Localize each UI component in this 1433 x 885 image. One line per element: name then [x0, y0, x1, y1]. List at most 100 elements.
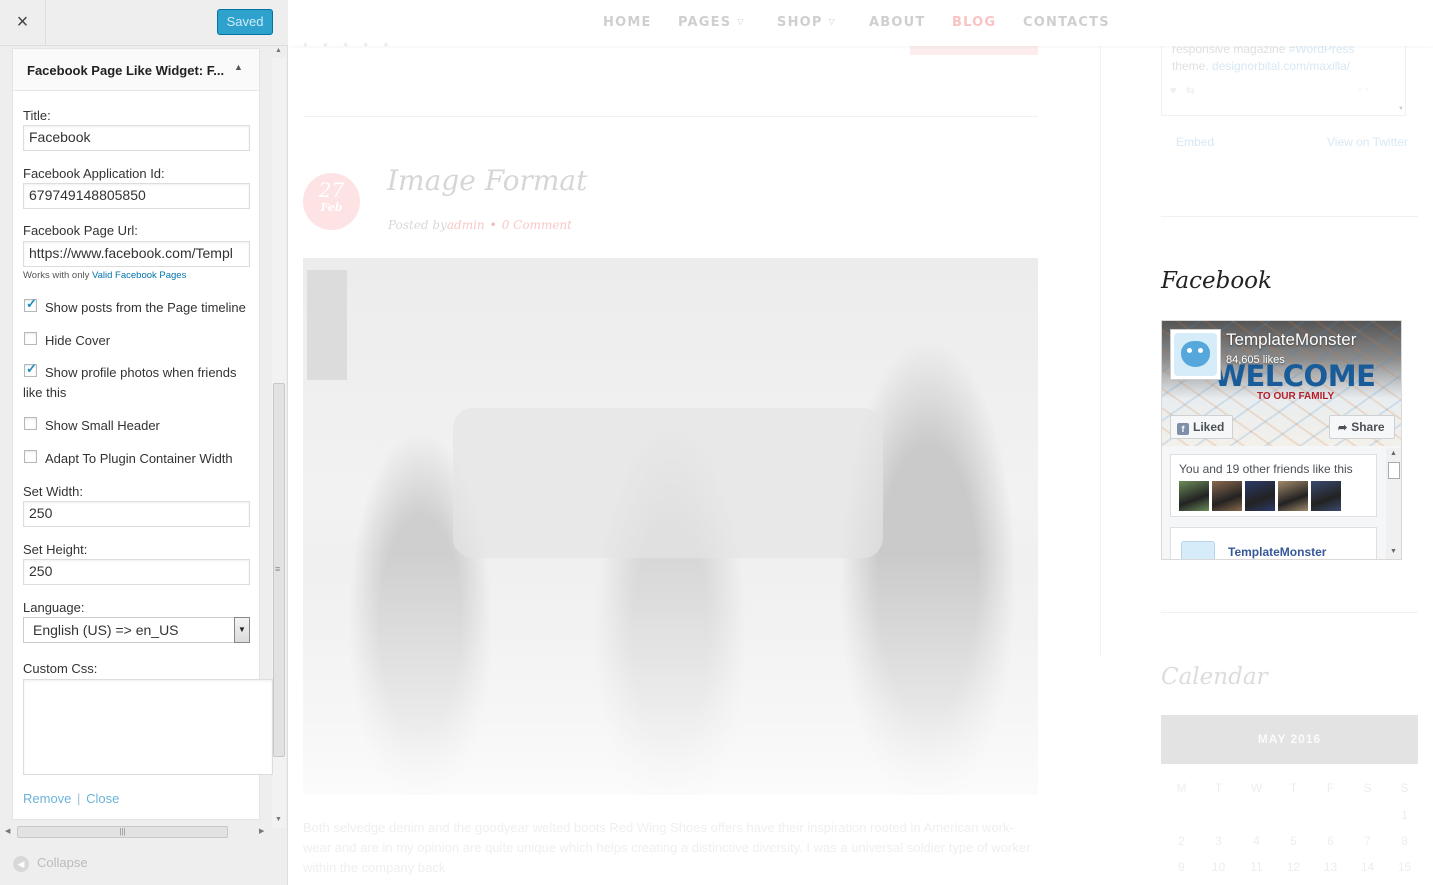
- facebook-page-name-link[interactable]: TemplateMonster: [1226, 330, 1356, 350]
- widget-title-bar[interactable]: Facebook Page Like Widget: F... ▲: [13, 49, 259, 91]
- calendar-day[interactable]: 15: [1386, 860, 1423, 874]
- friend-avatar[interactable]: [1179, 481, 1209, 511]
- custom-css-textarea[interactable]: [23, 679, 273, 775]
- customizer-sidebar: × Saved ▲ ≡ ▼ Facebook Page Like Widget:…: [0, 0, 288, 885]
- close-widget-link[interactable]: Close: [86, 791, 119, 806]
- language-select[interactable]: English (US) => en_US ▼: [23, 617, 250, 643]
- calendar-day[interactable]: 2: [1163, 834, 1200, 848]
- share-arrow-icon: ➦: [1338, 422, 1348, 434]
- post-title[interactable]: Image Format: [387, 164, 587, 197]
- facebook-scrollbar-thumb[interactable]: [1388, 462, 1400, 479]
- scroll-down-arrow-icon[interactable]: ▼: [1390, 548, 1397, 555]
- hint-text: Works with only: [23, 270, 90, 281]
- facebook-page-avatar[interactable]: [1170, 329, 1221, 380]
- calendar-day[interactable]: 9: [1163, 860, 1200, 874]
- scroll-up-arrow-icon[interactable]: ▲: [275, 47, 282, 54]
- posted-by-text: Posted by: [388, 218, 447, 232]
- nav-about-label: ABOUT: [869, 15, 926, 30]
- twitter-scroll-down-icon[interactable]: ▼: [1398, 106, 1404, 112]
- calendar-day[interactable]: 3: [1200, 834, 1237, 848]
- nav-shop[interactable]: SHOP ▽: [777, 15, 836, 30]
- app-id-input[interactable]: 679749148805850: [23, 183, 250, 209]
- widget-panel: Facebook Page Like Widget: F... ▲ Title:…: [12, 48, 273, 820]
- nav-pages[interactable]: PAGES ▽: [678, 15, 745, 30]
- view-on-twitter-link[interactable]: View on Twitter: [1327, 135, 1408, 149]
- calendar-day[interactable]: 13: [1312, 860, 1349, 874]
- horizontal-scrollbar-thumb[interactable]: |||: [17, 826, 228, 838]
- nav-blog[interactable]: BLOG: [952, 15, 996, 30]
- templatemonster-logo-icon[interactable]: [1181, 541, 1215, 559]
- nav-blog-label: BLOG: [952, 15, 997, 30]
- chevron-down-icon[interactable]: ▼: [234, 617, 250, 643]
- post-author-name-link[interactable]: TemplateMonster: [1228, 545, 1326, 559]
- small-header-checkbox[interactable]: [24, 417, 37, 430]
- hide-cover-checkbox[interactable]: [24, 332, 37, 345]
- calendar-day[interactable]: 12: [1275, 860, 1312, 874]
- friends-like-text: You and 19 other friends like this: [1179, 462, 1353, 476]
- nav-about[interactable]: ABOUT: [869, 15, 925, 30]
- calendar-day[interactable]: 10: [1200, 860, 1237, 874]
- nav-contacts[interactable]: CONTACTS: [1023, 15, 1110, 30]
- tweet-url-link[interactable]: designorbital.com/maxilla/: [1212, 59, 1350, 73]
- horizontal-scrollbar[interactable]: ◀ ||| ▶: [5, 826, 267, 840]
- friend-avatar[interactable]: [1212, 481, 1242, 511]
- page-url-input[interactable]: https://www.facebook.com/Templ: [23, 241, 250, 267]
- valid-pages-link[interactable]: Valid Facebook Pages: [92, 270, 186, 281]
- scroll-left-arrow-icon[interactable]: ◀: [5, 827, 10, 835]
- meta-separator-icon: •: [489, 218, 497, 232]
- twitter-embed-link[interactable]: Embed: [1176, 135, 1214, 149]
- post-featured-image[interactable]: [303, 258, 1038, 795]
- collapse-arrow-icon[interactable]: ▲: [234, 62, 243, 72]
- calendar-weekday: W: [1250, 781, 1263, 795]
- site-preview: HOME PAGES ▽ SHOP ▽ ABOUT BLOG CONTACTS • …: [289, 0, 1433, 885]
- show-posts-label: Show posts from the Page timeline: [45, 300, 246, 315]
- scroll-up-arrow-icon[interactable]: ▲: [1390, 450, 1397, 457]
- scroll-right-arrow-icon[interactable]: ▶: [259, 827, 264, 835]
- calendar-day[interactable]: 7: [1349, 834, 1386, 848]
- widget-actions: Remove | Close: [23, 791, 119, 806]
- calendar-day[interactable]: 14: [1349, 860, 1386, 874]
- facebook-like-count: 84,605 likes: [1226, 354, 1285, 366]
- width-input[interactable]: 250: [23, 501, 250, 527]
- collapse-sidebar-button[interactable]: ◀ Collapse: [13, 855, 88, 872]
- close-icon: ×: [16, 11, 29, 33]
- show-faces-checkbox[interactable]: ✓: [24, 361, 37, 377]
- nav-home[interactable]: HOME: [603, 15, 652, 30]
- calendar-day[interactable]: 8: [1386, 834, 1423, 848]
- facebook-friends-box: You and 19 other friends like this: [1170, 454, 1377, 517]
- friend-avatar[interactable]: [1311, 481, 1341, 511]
- tweet-text-line2: theme.: [1172, 59, 1209, 73]
- nav-pages-label: PAGES: [678, 15, 732, 30]
- calendar-day[interactable]: 5: [1275, 834, 1312, 848]
- facebook-share-button[interactable]: ➦ Share: [1329, 415, 1395, 439]
- cover-family-text: TO OUR FAMILY: [1257, 391, 1335, 402]
- saved-button[interactable]: Saved: [217, 9, 273, 35]
- close-customizer-button[interactable]: ×: [0, 0, 46, 46]
- height-input[interactable]: 250: [23, 559, 250, 585]
- twitter-timeline: responsive magazine #WordPress theme. de…: [1161, 42, 1406, 116]
- friend-avatar[interactable]: [1278, 481, 1308, 511]
- page-url-hint: Works with only Valid Facebook Pages: [23, 270, 186, 281]
- main-navigation: HOME PAGES ▽ SHOP ▽ ABOUT BLOG CONTACTS: [289, 0, 1433, 46]
- post-author-link[interactable]: admin: [447, 218, 485, 232]
- calendar-day[interactable]: 11: [1238, 860, 1275, 874]
- post-date-badge: 27 Feb: [303, 173, 360, 230]
- tweet-timestamp-icon: ◦ ◦: [1358, 84, 1369, 96]
- height-label: Set Height:: [23, 542, 88, 557]
- share-label: Share: [1351, 420, 1385, 434]
- show-faces-label: Show profile photos when friends: [45, 365, 237, 380]
- friend-avatar[interactable]: [1245, 481, 1275, 511]
- calendar-day[interactable]: 4: [1238, 834, 1275, 848]
- calendar-day[interactable]: 6: [1312, 834, 1349, 848]
- facebook-liked-button[interactable]: f Liked: [1170, 415, 1233, 439]
- show-posts-checkbox[interactable]: ✓: [24, 296, 37, 312]
- remove-widget-link[interactable]: Remove: [23, 791, 71, 806]
- calendar-day[interactable]: 1: [1386, 808, 1423, 822]
- title-input[interactable]: Facebook: [23, 125, 250, 151]
- read-more-button[interactable]: [910, 46, 1038, 55]
- post-comments-link[interactable]: 0 Comment: [502, 218, 572, 232]
- adapt-width-checkbox[interactable]: [24, 450, 37, 463]
- scroll-down-arrow-icon[interactable]: ▼: [275, 816, 282, 823]
- calendar-weekday: T: [1289, 781, 1298, 795]
- tweet-action-icons[interactable]: ♥ ⇆: [1170, 84, 1195, 97]
